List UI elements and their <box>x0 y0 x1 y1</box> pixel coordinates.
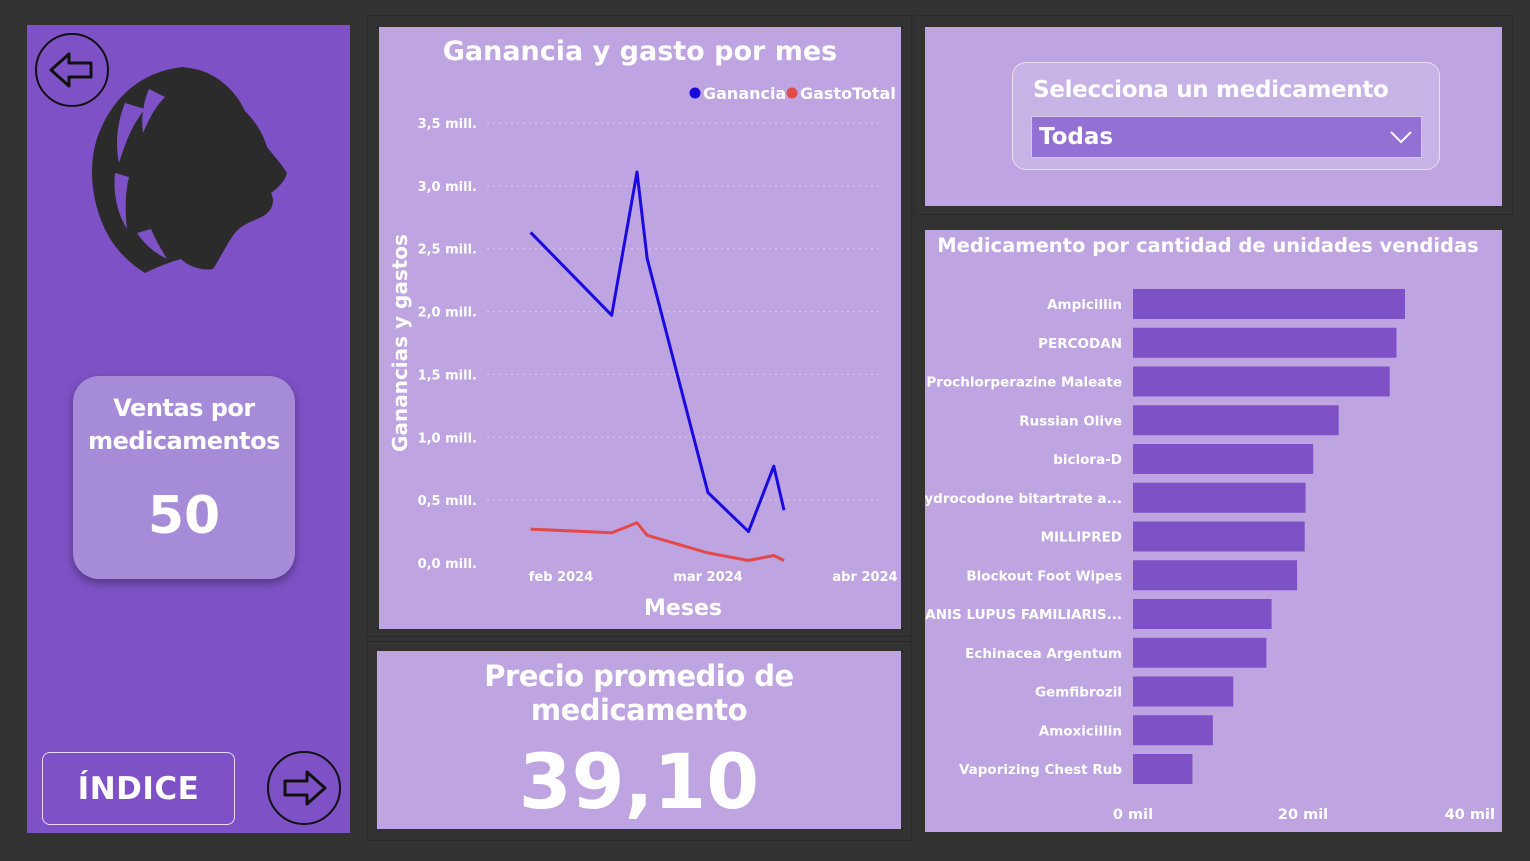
y-tick-label: 0,5 mill. <box>418 494 477 509</box>
bar-chart-panel: Medicamento por cantidad de unidades ven… <box>915 230 1502 832</box>
bar <box>1133 715 1213 746</box>
line-chart-panel: Ganancia y gasto por mes Ganancia GastoT… <box>379 27 901 629</box>
avg-price-value: 39,10 <box>518 737 760 826</box>
bar <box>1133 521 1305 552</box>
series-line-ganancia <box>529 170 786 534</box>
x-tick-label: mar 2024 <box>673 570 742 585</box>
sales-kpi-value: 50 <box>147 486 221 546</box>
x-tick-label: abr 2024 <box>832 570 897 585</box>
line-chart: Ganancia y gasto por mes Ganancia GastoT… <box>388 36 898 621</box>
line-chart-title: Ganancia y gasto por mes <box>443 36 838 67</box>
bar <box>1133 327 1397 358</box>
legend-ganancia-label: Ganancia <box>703 84 786 103</box>
y-tick-label: 2,0 mill. <box>418 306 477 321</box>
dropdown-selected-value: Todas <box>1039 124 1114 150</box>
bar-category-label: Prochlorperazine Maleate <box>926 375 1122 391</box>
legend-ganancia-marker <box>689 87 701 99</box>
bar <box>1133 754 1193 784</box>
sidebar: Ventas por medicamentos 50 ÍNDICE <box>27 25 350 833</box>
bar-category-label: hydrocodone bitartrate a... <box>925 491 1122 507</box>
y-tick-label: 3,5 mill. <box>418 117 477 132</box>
bar-x-tick-label: 0 mil <box>1113 807 1153 823</box>
legend-gasto-marker <box>786 87 798 99</box>
y-tick-label: 1,5 mill. <box>418 368 477 383</box>
avg-price-title: Precio promedio de medicamento <box>484 659 794 727</box>
bar <box>1133 444 1314 474</box>
medication-dropdown[interactable]: Todas <box>1031 116 1422 158</box>
bar-category-label: CANIS LUPUS FAMILIARIS... <box>925 607 1122 623</box>
bar <box>1133 560 1298 591</box>
sales-kpi-label: Ventas por medicamentos <box>88 394 280 455</box>
line-chart-xlabel: Meses <box>644 596 722 621</box>
medication-slicer: Selecciona un medicamento Todas <box>1012 62 1440 170</box>
bar-x-tick-label: 20 mil <box>1278 807 1328 823</box>
line-chart-ylabel: Ganancias y gastos <box>388 234 412 452</box>
y-tick-label: 2,5 mill. <box>418 243 477 258</box>
bar <box>1133 482 1306 513</box>
bar-category-label: Blockout Foot Wipes <box>966 568 1122 584</box>
bar <box>1133 599 1272 629</box>
bar-chart: Medicamento por cantidad de unidades ven… <box>915 234 1495 823</box>
y-tick-label: 1,0 mill. <box>418 431 477 446</box>
chevron-down-icon <box>1390 131 1412 144</box>
bar-category-label: Ampicillin <box>1047 297 1122 313</box>
slicer-label: Selecciona un medicamento <box>1033 77 1389 103</box>
y-tick-label: 0,0 mill. <box>418 557 477 572</box>
bar <box>1133 289 1405 319</box>
forward-button[interactable] <box>267 751 341 825</box>
legend-gasto-label: GastoTotal <box>800 84 896 103</box>
bar <box>1133 366 1390 397</box>
bar-category-label: Russian Olive <box>1019 413 1122 429</box>
y-tick-label: 3,0 mill. <box>418 180 477 195</box>
sales-kpi-card: Ventas por medicamentos 50 <box>73 376 295 579</box>
lion-logo-icon <box>92 67 287 273</box>
bar <box>1133 405 1339 436</box>
bar-category-label: Vaporizing Chest Rub <box>959 762 1122 778</box>
avg-price-panel: Precio promedio de medicamento 39,10 <box>377 651 901 829</box>
bar <box>1133 637 1267 668</box>
bar-category-label: Echinacea Argentum <box>965 646 1122 662</box>
x-tick-label: feb 2024 <box>529 570 594 585</box>
bar-x-tick-label: 40 mil <box>1445 807 1495 823</box>
bar-category-label: PERCODAN <box>1038 336 1122 352</box>
bar-category-label: biclora-D <box>1053 452 1122 468</box>
slicer-panel: Selecciona un medicamento Todas <box>925 27 1502 206</box>
arrow-right-icon <box>283 770 327 806</box>
bar <box>1133 676 1234 707</box>
bar-category-label: MILLIPRED <box>1041 530 1122 546</box>
index-button[interactable]: ÍNDICE <box>42 752 235 825</box>
bar-category-label: Gemfibrozil <box>1035 685 1122 701</box>
bar-chart-title: Medicamento por cantidad de unidades ven… <box>937 234 1478 257</box>
bar-category-label: Amoxicillin <box>1039 723 1122 739</box>
